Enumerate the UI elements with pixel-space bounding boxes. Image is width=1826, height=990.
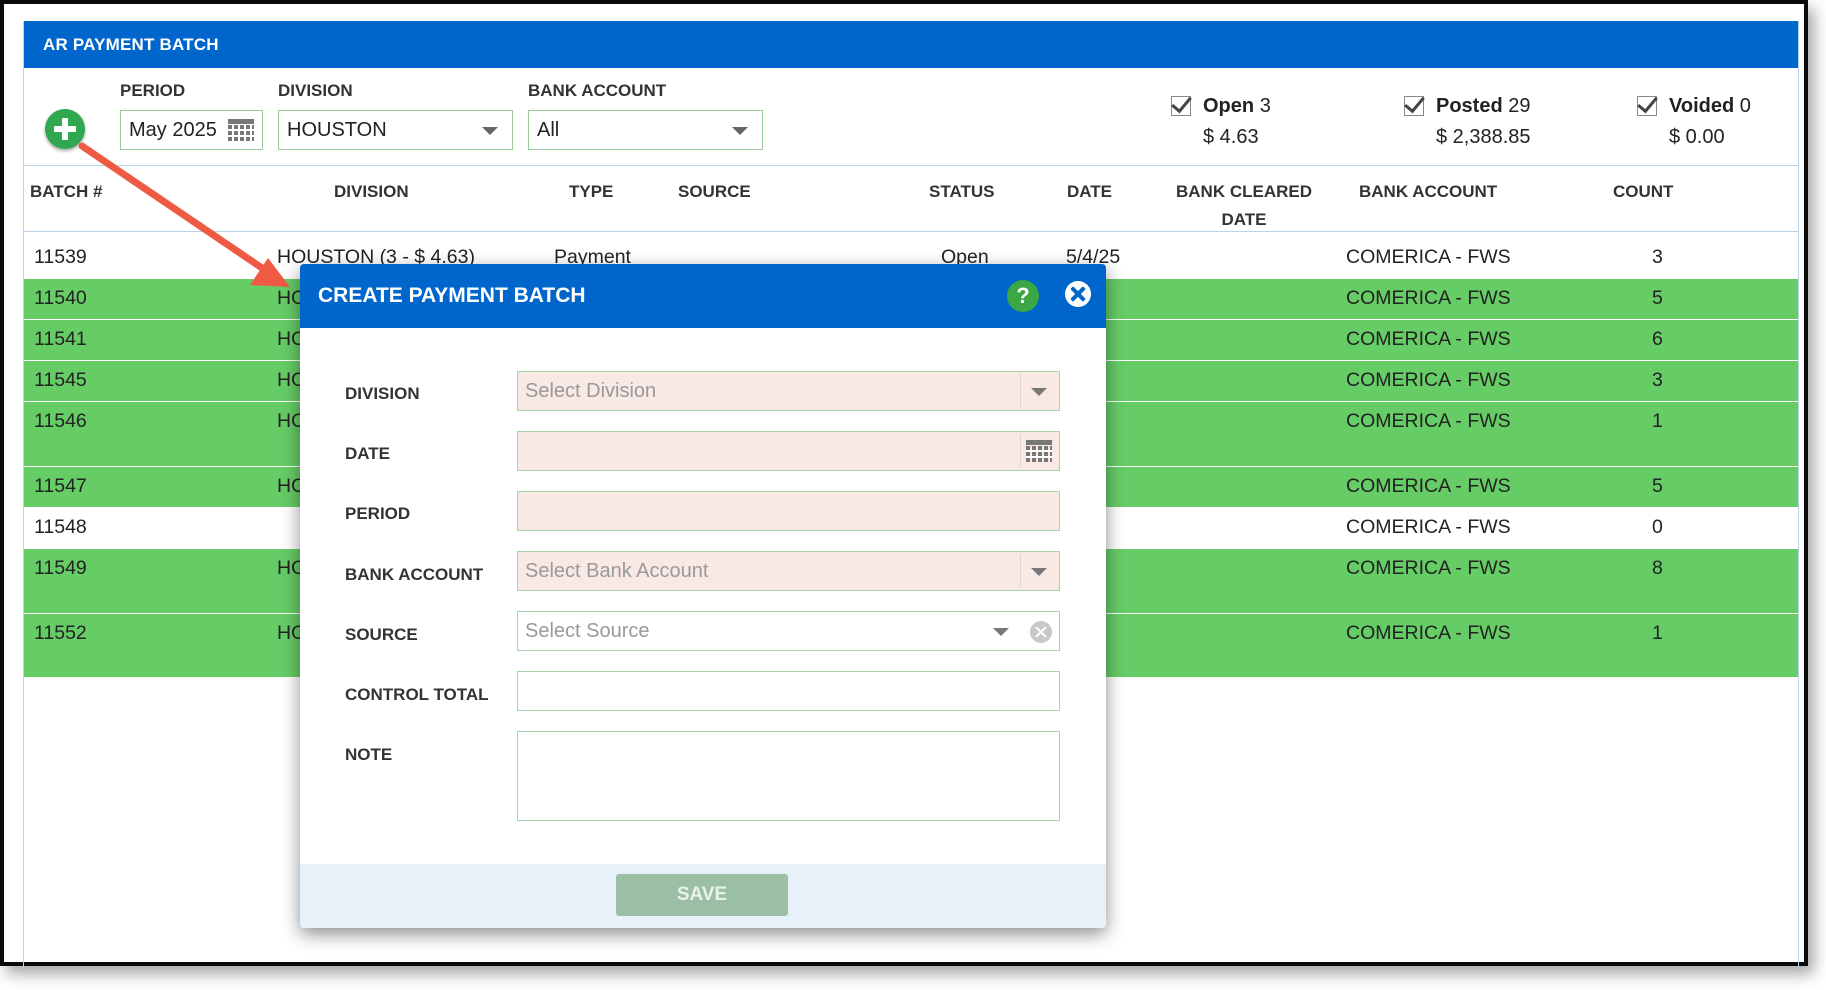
cell-bank: COMERICA - FWS [1346,557,1511,579]
note-label: NOTE [345,745,393,764]
source-label: SOURCE [345,625,418,644]
col-source[interactable]: SOURCE [678,178,751,206]
cell-count: 3 [1652,246,1663,268]
cell-batch: 11547 [34,475,87,497]
posted-amount: $ 2,388.85 [1436,126,1531,148]
col-batch[interactable]: BATCH # [30,178,102,206]
panel-title: AR PAYMENT BATCH [24,21,1798,68]
chevron-down-icon [1031,388,1047,396]
cell-batch: 11540 [34,287,87,309]
cell-batch: 11552 [34,622,87,644]
bank-account-select-value: All [537,119,560,141]
posted-checkbox[interactable] [1404,96,1424,116]
open-count: 3 [1259,95,1271,117]
cell-bank: COMERICA - FWS [1346,287,1511,309]
cell-batch: 11549 [34,557,87,579]
cell-bank: COMERICA - FWS [1346,410,1511,432]
voided-label: Voided [1669,95,1735,117]
division-select-value: HOUSTON [287,119,387,141]
cell-count: 6 [1652,328,1663,350]
table-header: BATCH # DIVISION TYPE SOURCE STATUS DATE… [24,165,1798,232]
cell-count: 1 [1652,622,1663,644]
source-dropdown[interactable]: Select Source [517,611,1060,651]
calendar-icon[interactable] [228,119,254,141]
period-picker[interactable]: May 2025 [120,110,263,150]
period-field-label: PERIOD [345,504,411,523]
voided-amount: $ 0.00 [1669,126,1725,148]
open-label: Open [1203,95,1255,117]
col-bank-cleared-date[interactable]: BANK CLEARED DATE [1159,178,1329,234]
date-field[interactable] [517,431,1060,471]
open-amount: $ 4.63 [1203,126,1259,148]
cell-batch: 11541 [34,328,87,350]
date-label: DATE [345,444,391,463]
create-payment-batch-dialog: CREATE PAYMENT BATCH ? DIVISION Select D… [300,264,1106,928]
voided-count: 0 [1739,95,1751,117]
cell-bank: COMERICA - FWS [1346,328,1511,350]
col-division[interactable]: DIVISION [334,178,409,206]
help-icon[interactable]: ? [1007,280,1039,312]
bank-account-dropdown[interactable]: Select Bank Account [517,551,1060,591]
chevron-down-icon [993,628,1009,636]
calendar-icon[interactable] [1026,440,1052,462]
bank-account-select[interactable]: All [528,110,763,150]
cell-bank: COMERICA - FWS [1346,246,1511,268]
cell-count: 8 [1652,557,1663,579]
col-bank-account[interactable]: BANK ACCOUNT [1359,178,1497,206]
chevron-down-icon [1031,568,1047,576]
save-button[interactable]: SAVE [616,874,788,916]
control-total-input[interactable] [517,671,1060,711]
close-icon[interactable] [1065,281,1091,307]
cell-count: 5 [1652,475,1663,497]
control-total-label: CONTROL TOTAL [345,685,489,704]
division-placeholder: Select Division [525,380,657,402]
bank-account-label: BANK ACCOUNT [345,565,484,584]
division-label: DIVISION [345,384,420,403]
division-filter-label: DIVISION [278,81,353,100]
cell-batch: 11546 [34,410,87,432]
voided-checkbox[interactable] [1637,96,1657,116]
col-count[interactable]: COUNT [1613,178,1673,206]
period-value: May 2025 [129,119,217,141]
note-textarea[interactable] [517,731,1060,821]
bank-account-filter-label: BANK ACCOUNT [528,81,667,100]
col-status[interactable]: STATUS [929,178,994,206]
division-dropdown[interactable]: Select Division [517,371,1060,411]
col-date[interactable]: DATE [1067,178,1112,206]
dialog-footer: SAVE [300,864,1106,928]
cell-batch: 11548 [34,516,87,538]
cell-count: 0 [1652,516,1663,538]
clear-icon[interactable] [1030,621,1052,643]
cell-bank: COMERICA - FWS [1346,475,1511,497]
dialog-title-text: CREATE PAYMENT BATCH [318,284,586,307]
posted-count: 29 [1508,95,1531,117]
cell-bank: COMERICA - FWS [1346,369,1511,391]
period-field[interactable] [517,491,1060,531]
cell-bank: COMERICA - FWS [1346,516,1511,538]
cell-batch: 11539 [34,246,87,268]
add-batch-plus-icon[interactable] [45,109,85,149]
open-checkbox[interactable] [1171,96,1191,116]
cell-count: 5 [1652,287,1663,309]
cell-bank: COMERICA - FWS [1346,622,1511,644]
dialog-title: CREATE PAYMENT BATCH [300,264,1106,328]
chevron-down-icon [482,127,498,135]
bank-account-placeholder: Select Bank Account [525,560,709,582]
cell-batch: 11545 [34,369,87,391]
period-label: PERIOD [120,81,186,100]
chevron-down-icon [732,127,748,135]
col-type[interactable]: TYPE [569,178,613,206]
division-select[interactable]: HOUSTON [278,110,513,150]
cell-count: 1 [1652,410,1663,432]
posted-label: Posted [1436,95,1503,117]
source-placeholder: Select Source [525,620,650,642]
cell-count: 3 [1652,369,1663,391]
